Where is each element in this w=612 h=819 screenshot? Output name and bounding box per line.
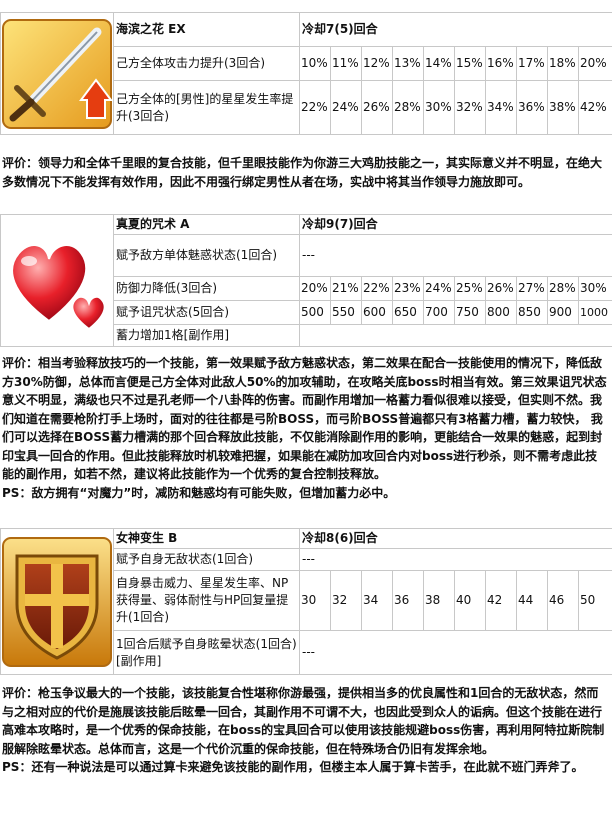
effect-value: 24% <box>330 80 362 135</box>
effect-value: 11% <box>330 46 362 81</box>
sword-attack-up-icon <box>2 18 113 129</box>
effect-description: 1回合后赋予自身眩晕状态(1回合)[副作用] <box>113 630 300 675</box>
effect-description: 防御力降低(3回合) <box>113 276 300 301</box>
effect-value: 18% <box>547 46 579 81</box>
effect-value: 21% <box>330 276 362 301</box>
effect-value: 36% <box>516 80 548 135</box>
effect-value: 46 <box>547 570 579 631</box>
skill-icon-cell <box>0 528 114 675</box>
comment-ps: PS：敌方拥有“对魔力”时，减防和魅惑均有可能失败，但增加蓄力必中。 <box>2 485 396 500</box>
effect-value: 27% <box>516 276 548 301</box>
shield-invincible-icon <box>2 536 112 667</box>
effect-value: 28% <box>547 276 579 301</box>
effect-value-dash: --- <box>298 548 612 571</box>
effect-value: 22% <box>361 276 393 301</box>
effect-value: 30% <box>423 80 455 135</box>
effect-value: 23% <box>392 276 424 301</box>
effect-value: 32% <box>454 80 486 135</box>
skill-cooldown: 冷却9(7)回合 <box>298 214 612 235</box>
comment-text: 评价：枪玉争议最大的一个技能，该技能复合性堪称你游最强，提供相当多的优良属性和1… <box>2 686 605 756</box>
skill-name: 女神变生 B <box>113 528 300 549</box>
effect-value: 28% <box>392 80 424 135</box>
effect-description: 己方全体攻击力提升(3回合) <box>113 46 300 81</box>
hearts-charm-icon <box>11 243 106 330</box>
effect-value: 26% <box>361 80 393 135</box>
effect-value: 50 <box>577 570 612 631</box>
effect-value: 14% <box>423 46 455 81</box>
effect-value: 30 <box>299 570 331 631</box>
skill-table: 真夏的咒术 A 冷却9(7)回合 赋予敌方单体魅惑状态(1回合) --- 防御力… <box>0 214 612 347</box>
effect-value: 20% <box>299 276 331 301</box>
comment-text: 评价：领导力和全体千里眼的复合技能，但千里眼技能作为你游三大鸡肋技能之一，其实际… <box>2 156 603 189</box>
effect-value: 17% <box>516 46 548 81</box>
effect-value: 20% <box>577 46 612 81</box>
effect-value: 800 <box>485 300 517 325</box>
effect-value: 40 <box>454 570 486 631</box>
effect-value: 38 <box>423 570 455 631</box>
skill-cooldown: 冷却7(5)回合 <box>298 12 612 47</box>
effect-value: 850 <box>516 300 548 325</box>
skill-comment: 评价：领导力和全体千里眼的复合技能，但千里眼技能作为你游三大鸡肋技能之一，其实际… <box>2 154 608 191</box>
effect-description: 己方全体的[男性]的星星发生率提升(3回合) <box>113 80 300 135</box>
effect-value: 500 <box>299 300 331 325</box>
effect-value: 600 <box>361 300 393 325</box>
skill-comment: 评价：枪玉争议最大的一个技能，该技能复合性堪称你游最强，提供相当多的优良属性和1… <box>2 684 608 777</box>
comment-ps: PS：还有一种说法是可以通过算卡来避免该技能的副作用，但楼主本人属于算卡苦手，在… <box>2 760 584 774</box>
effect-description: 赋予诅咒状态(5回合) <box>113 300 300 325</box>
effect-value: 24% <box>423 276 455 301</box>
effect-description: 赋予自身无敌状态(1回合) <box>113 548 300 571</box>
effect-value: 32 <box>330 570 362 631</box>
effect-value-dash: --- <box>298 234 612 277</box>
effect-value: 34% <box>485 80 517 135</box>
skill-table: 海滨之花 EX 冷却7(5)回合 己方全体攻击力提升(3回合) 10% 11% … <box>0 12 612 135</box>
effect-value: 13% <box>392 46 424 81</box>
effect-value: 12% <box>361 46 393 81</box>
effect-description: 赋予敌方单体魅惑状态(1回合) <box>113 234 300 277</box>
skill-name: 真夏的咒术 A <box>113 214 300 235</box>
effect-value: 10% <box>299 46 331 81</box>
skill-icon-cell <box>0 12 114 135</box>
skill-comment: 评价：相当考验释放技巧的一个技能，第一效果赋予敌方魅惑状态，第二效果在配合一技能… <box>2 354 608 502</box>
effect-description: 蓄力增加1格[副作用] <box>113 324 300 347</box>
effect-value-empty <box>298 324 612 347</box>
effect-value-dash: --- <box>298 630 612 675</box>
effect-value: 16% <box>485 46 517 81</box>
effect-value: 44 <box>516 570 548 631</box>
skill-cooldown: 冷却8(6)回合 <box>298 528 612 549</box>
effect-value: 900 <box>547 300 579 325</box>
effect-value: 36 <box>392 570 424 631</box>
effect-value: 650 <box>392 300 424 325</box>
skill-icon-cell <box>0 214 114 347</box>
effect-value: 22% <box>299 80 331 135</box>
comment-text: 评价：相当考验释放技巧的一个技能，第一效果赋予敌方魅惑状态，第二效果在配合一技能… <box>2 356 607 481</box>
skill-name: 海滨之花 EX <box>113 12 300 47</box>
effect-value: 34 <box>361 570 393 631</box>
effect-description: 自身暴击威力、星星发生率、NP获得量、弱体耐性与HP回复量提升(1回合) <box>113 570 300 631</box>
effect-value: 25% <box>454 276 486 301</box>
skill-table: 女神变生 B 冷却8(6)回合 赋予自身无敌状态(1回合) --- 自身暴击威力… <box>0 528 612 675</box>
effect-value: 700 <box>423 300 455 325</box>
effect-value: 42% <box>577 80 612 135</box>
effect-value: 1000 <box>577 300 612 325</box>
effect-value: 26% <box>485 276 517 301</box>
effect-value: 15% <box>454 46 486 81</box>
effect-value: 42 <box>485 570 517 631</box>
effect-value: 550 <box>330 300 362 325</box>
effect-value: 30% <box>577 276 612 301</box>
effect-value: 38% <box>547 80 579 135</box>
effect-value: 750 <box>454 300 486 325</box>
